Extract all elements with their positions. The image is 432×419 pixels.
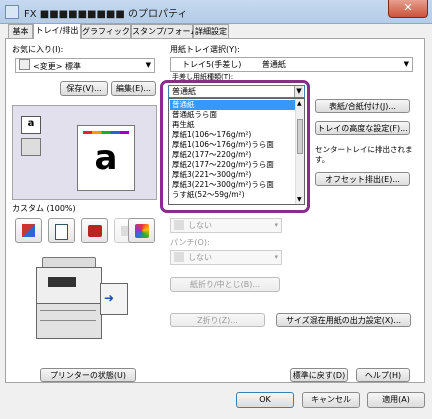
- center-tray-text: センタートレイに排出されます。: [315, 145, 413, 164]
- tab-tray-output[interactable]: トレイ/排出: [33, 23, 81, 39]
- preview-paper: a: [77, 125, 135, 191]
- punch-select[interactable]: しない ▾: [170, 250, 282, 265]
- chevron-down-icon: ▼: [403, 60, 409, 68]
- staple-icon: [174, 220, 184, 230]
- tray-value: トレイ5(手差し): [182, 60, 242, 69]
- ok-button[interactable]: OK: [236, 392, 294, 408]
- printer-app-icon: [5, 5, 19, 19]
- chevron-down-icon: ▼: [145, 61, 151, 69]
- apply-button[interactable]: 適用(A): [367, 392, 425, 408]
- punch-label: パンチ(O):: [170, 238, 210, 247]
- edit-favorite-button[interactable]: 編集(E)...: [111, 81, 156, 96]
- punch-value: しない: [188, 253, 212, 262]
- color-mode-icon[interactable]: [128, 218, 155, 243]
- help-button[interactable]: ヘルプ(H): [356, 368, 410, 382]
- callout-highlight: [160, 80, 310, 213]
- favorites-label: お気に入り(I):: [12, 45, 64, 54]
- tray-select-label: 用紙トレイ選択(Y):: [170, 45, 240, 54]
- chevron-down-icon: ▾: [274, 221, 278, 229]
- cover-insert-button[interactable]: 表紙/合紙付け(J)...: [315, 99, 410, 113]
- offset-output-button[interactable]: オフセット排出(E)...: [315, 172, 410, 186]
- favorites-value: <変更> 標準: [33, 62, 81, 71]
- mixed-size-output-button[interactable]: サイズ混在用紙の出力設定(X)...: [276, 313, 411, 327]
- chevron-down-icon: ▾: [274, 253, 278, 261]
- staple-icon: a: [21, 116, 41, 134]
- tab-basic[interactable]: 基本: [8, 24, 33, 39]
- sort-icon: [21, 138, 41, 156]
- save-favorite-button[interactable]: 保存(V)...: [60, 81, 108, 96]
- staple-select[interactable]: しない ▾: [170, 218, 282, 233]
- tray-paper-type: 普通紙: [261, 60, 286, 69]
- tab-stamp-form[interactable]: スタンプ/フォーム: [131, 24, 198, 39]
- arrow-icon: ➜: [104, 291, 115, 305]
- tray-advanced-button[interactable]: トレイの高度な設定(F)...: [315, 121, 410, 135]
- close-button[interactable]: ✕: [388, 0, 428, 18]
- cancel-button[interactable]: キャンセル: [302, 392, 360, 408]
- printer-status-button[interactable]: プリンターの状態(U): [40, 368, 136, 382]
- preview-letter: a: [94, 138, 118, 178]
- z-fold-button[interactable]: Z折り(Z)...: [170, 313, 265, 327]
- color-bar: [83, 131, 129, 134]
- preview-setting-icon[interactable]: [15, 218, 42, 243]
- tab-advanced[interactable]: 詳細設定: [193, 24, 229, 39]
- document-icon[interactable]: [48, 218, 75, 243]
- favorites-select[interactable]: <変更> 標準 ▼: [15, 58, 155, 73]
- title-bar: FX ■■■■■■■■■ のプロパティ: [0, 0, 432, 24]
- staple-value: しない: [188, 221, 212, 230]
- punch-icon: [174, 252, 184, 262]
- restore-defaults-button[interactable]: 標準に戻す(D): [290, 368, 348, 382]
- paper-stack-icon[interactable]: [81, 218, 108, 243]
- fold-saddle-button[interactable]: 紙折り/中とじ(B)...: [170, 277, 280, 292]
- printer-illustration: ➜: [28, 253, 128, 343]
- tray-select[interactable]: トレイ5(手差し) 普通紙 ▼: [170, 57, 413, 72]
- custom-scale-label: カスタム (100%): [12, 204, 76, 213]
- favorite-icon: [19, 59, 30, 70]
- tab-graphics[interactable]: グラフィックス: [81, 24, 138, 39]
- window-title: FX ■■■■■■■■■ のプロパティ: [24, 9, 188, 20]
